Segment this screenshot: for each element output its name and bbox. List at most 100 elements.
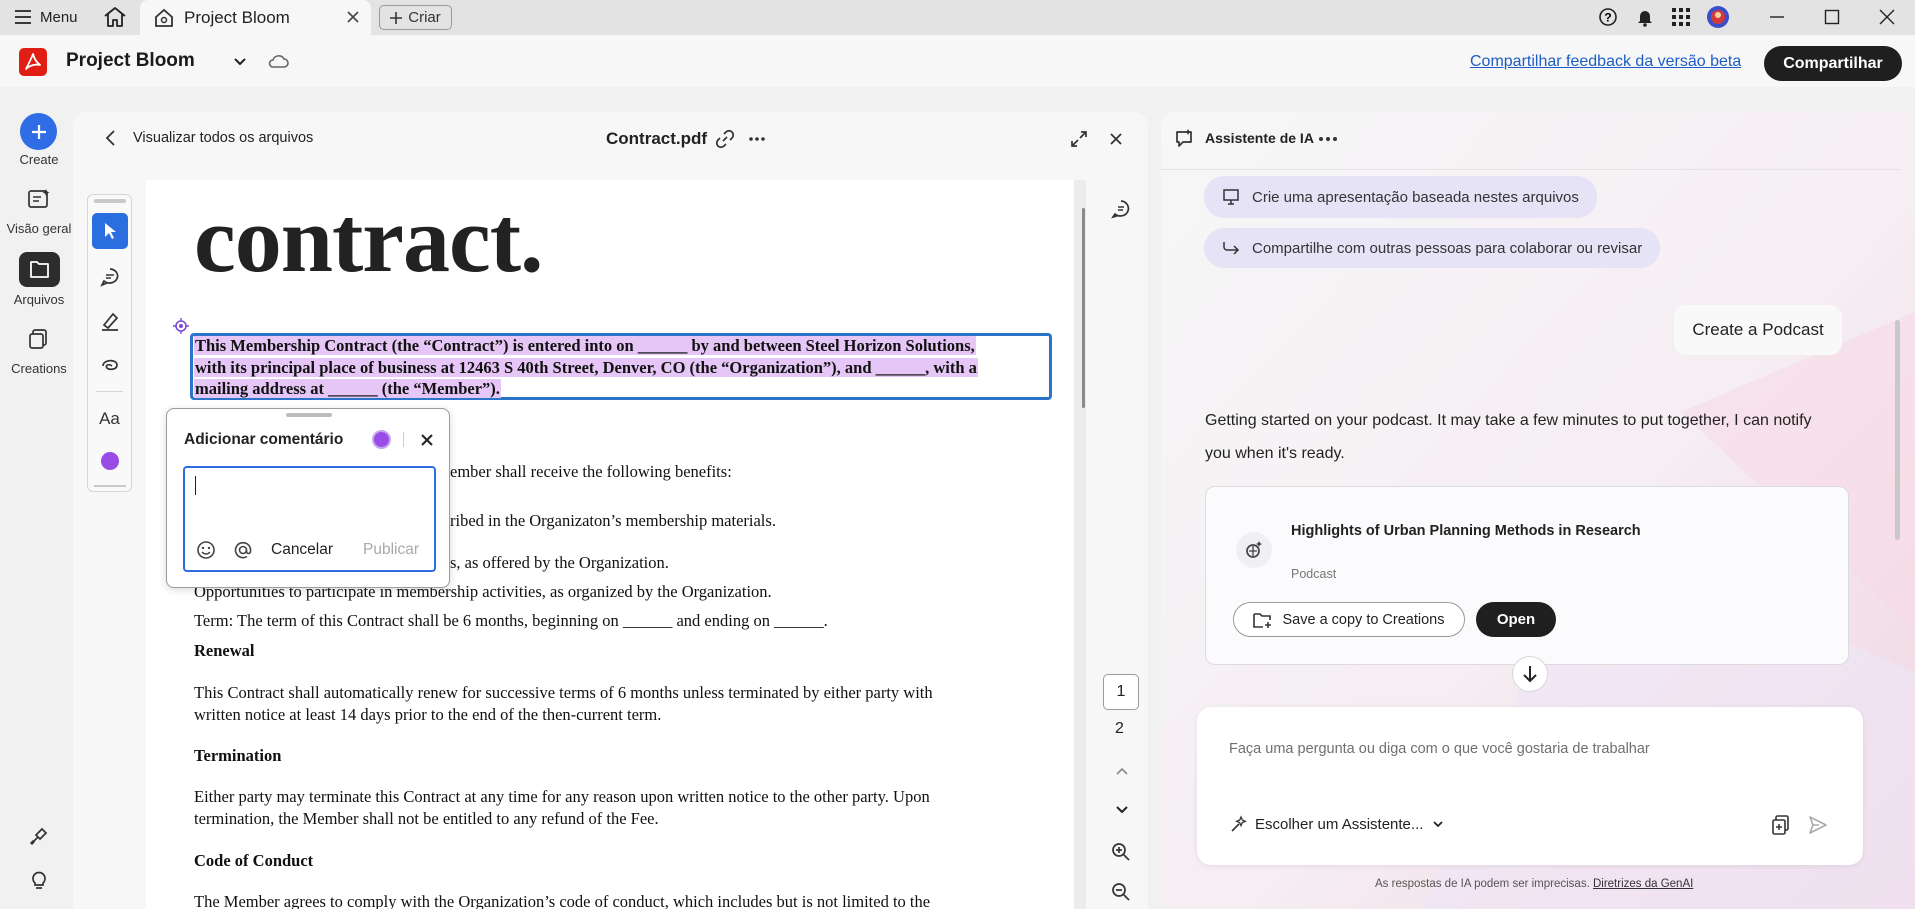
chevron-down-icon[interactable] xyxy=(232,54,248,70)
rail-create-label[interactable]: Create xyxy=(0,152,78,167)
ai-disclaimer: As respostas de IA podem ser imprecisas.… xyxy=(1375,878,1693,890)
suggestion-label: Crie uma apresentação baseada nestes arq… xyxy=(1252,188,1579,206)
annotation-toolbar: Aa xyxy=(87,194,132,492)
popup-divider xyxy=(403,432,404,447)
creations-icon[interactable] xyxy=(28,328,50,350)
bell-icon[interactable] xyxy=(1635,7,1655,27)
lasso-tool-icon[interactable] xyxy=(88,345,131,385)
home-icon[interactable] xyxy=(102,5,128,29)
window-close-icon[interactable] xyxy=(1877,7,1897,27)
zoom-out-icon[interactable] xyxy=(1111,882,1131,902)
minimize-icon[interactable] xyxy=(1767,7,1787,27)
color-picker-button[interactable] xyxy=(88,441,131,481)
highlight-tool-icon[interactable] xyxy=(88,301,131,341)
folder-icon xyxy=(30,261,49,278)
new-tab-button[interactable]: Criar xyxy=(379,5,452,30)
paragraph-line: This Contract shall automatically renew … xyxy=(194,683,933,702)
rail-overview-label[interactable]: Visão geral xyxy=(0,221,78,236)
mention-icon[interactable] xyxy=(233,540,253,560)
ai-sparkle-icon[interactable] xyxy=(173,318,189,334)
section-heading-renewal: Renewal xyxy=(194,641,255,660)
close-document-icon[interactable] xyxy=(1108,131,1124,147)
chevron-down-icon[interactable] xyxy=(1114,804,1130,816)
benefits-intro: ember shall receive the following benefi… xyxy=(450,462,732,481)
chevron-left-icon[interactable] xyxy=(104,128,118,148)
tab-project-bloom[interactable]: Project Bloom xyxy=(140,0,371,35)
paragraph-line: termination, the Member shall not be ent… xyxy=(194,809,659,828)
emoji-icon[interactable] xyxy=(196,540,216,560)
lightbulb-icon[interactable] xyxy=(29,869,49,891)
scroll-to-bottom-button[interactable] xyxy=(1512,656,1548,692)
ai-input-card: Faça uma pergunta ou diga com o que você… xyxy=(1197,707,1863,865)
brush-icon[interactable] xyxy=(28,825,50,847)
avatar[interactable] xyxy=(1706,5,1730,29)
rail-creations-label[interactable]: Creations xyxy=(0,361,78,376)
popup-drag-handle[interactable] xyxy=(286,413,332,417)
ai-prompt-input[interactable]: Faça uma pergunta ou diga com o que você… xyxy=(1229,741,1650,757)
new-tab-label: Criar xyxy=(408,9,441,26)
assistant-select[interactable]: Escolher um Assistente... xyxy=(1229,815,1445,833)
user-message: Create a Podcast xyxy=(1674,305,1842,355)
suggestion-chip[interactable]: Compartilhe com outras pessoas para cola… xyxy=(1204,228,1661,268)
toolbar-drag-handle[interactable] xyxy=(94,199,126,203)
overview-icon[interactable] xyxy=(27,188,51,210)
more-options-icon[interactable] xyxy=(748,131,766,147)
page-1-button[interactable]: 1 xyxy=(1103,674,1139,710)
podcast-title: Highlights of Urban Planning Methods in … xyxy=(1291,523,1641,539)
section-heading-termination: Termination xyxy=(194,746,282,765)
send-icon[interactable] xyxy=(1807,814,1829,836)
more-options-icon[interactable] xyxy=(1318,132,1338,146)
ai-panel-scrollbar[interactable] xyxy=(1895,320,1900,540)
section-heading-conduct: Code of Conduct xyxy=(194,851,314,870)
maximize-icon[interactable] xyxy=(1822,7,1842,27)
benefit-item: ribed in the Organizaton’s membership ma… xyxy=(450,511,776,530)
suggestion-chip[interactable]: Crie uma apresentação baseada nestes arq… xyxy=(1204,176,1597,218)
benefit-item: s, as offered by the Organization. xyxy=(450,553,669,572)
text-tool-icon[interactable]: Aa xyxy=(88,399,131,439)
open-podcast-button[interactable]: Open xyxy=(1476,602,1556,637)
menu-button[interactable]: Menu xyxy=(14,6,78,28)
tab-title: Project Bloom xyxy=(184,7,290,27)
toolbar-bottom-handle xyxy=(94,485,126,487)
paragraph-line: written notice at least 14 days prior to… xyxy=(194,705,662,724)
disclaimer-text: As respostas de IA podem ser imprecisas. xyxy=(1375,878,1590,890)
zoom-in-icon[interactable] xyxy=(1111,842,1131,862)
rail-files-label[interactable]: Arquivos xyxy=(0,292,78,307)
select-tool-button[interactable] xyxy=(92,213,128,249)
cancel-button[interactable]: Cancelar xyxy=(271,541,333,559)
selected-paragraph[interactable]: This Membership Contract (the “Contract”… xyxy=(194,335,978,400)
page-2-button[interactable]: 2 xyxy=(1115,720,1124,738)
arrow-down-icon xyxy=(1523,666,1537,683)
menu-label: Menu xyxy=(40,8,78,26)
close-icon[interactable] xyxy=(420,433,434,447)
toolbar-divider xyxy=(96,391,123,392)
podcast-type: Podcast xyxy=(1291,567,1337,581)
tab-close-icon[interactable] xyxy=(344,8,362,26)
chevron-up-icon[interactable] xyxy=(1114,765,1130,777)
comment-tool-icon[interactable] xyxy=(88,257,131,297)
save-folder-icon xyxy=(1253,612,1272,628)
selected-line: mailing address at ______ (the “Member”)… xyxy=(194,379,501,398)
help-icon[interactable]: ? xyxy=(1598,7,1618,27)
ai-panel-title: Assistente de IA xyxy=(1205,130,1314,146)
publish-button[interactable]: Publicar xyxy=(363,541,419,559)
attach-file-icon[interactable] xyxy=(1770,814,1792,836)
acrobat-logo-icon xyxy=(19,48,47,76)
podcast-icon xyxy=(1236,532,1272,568)
view-all-files-link[interactable]: Visualizar todos os arquivos xyxy=(133,130,313,146)
podcast-card[interactable]: Highlights of Urban Planning Methods in … xyxy=(1205,486,1849,665)
share-button[interactable]: Compartilhar xyxy=(1764,46,1902,81)
feedback-link[interactable]: Compartilhar feedback da versão beta xyxy=(1470,53,1741,71)
app-title: Project Bloom xyxy=(66,50,195,71)
suggestion-label: Compartilhe com outras pessoas para cola… xyxy=(1252,239,1643,257)
comments-panel-icon[interactable] xyxy=(1111,199,1131,219)
save-to-creations-button[interactable]: Save a copy to Creations xyxy=(1233,602,1465,637)
comment-color-swatch[interactable] xyxy=(372,430,391,449)
document-scrollbar[interactable] xyxy=(1074,180,1086,909)
link-icon[interactable] xyxy=(715,129,735,149)
expand-icon[interactable] xyxy=(1069,129,1089,149)
apps-grid-icon[interactable] xyxy=(1671,7,1691,27)
create-button[interactable] xyxy=(20,113,57,150)
rail-files-button[interactable] xyxy=(19,252,60,287)
genai-guidelines-link[interactable]: Diretrizes da GenAI xyxy=(1593,878,1693,890)
